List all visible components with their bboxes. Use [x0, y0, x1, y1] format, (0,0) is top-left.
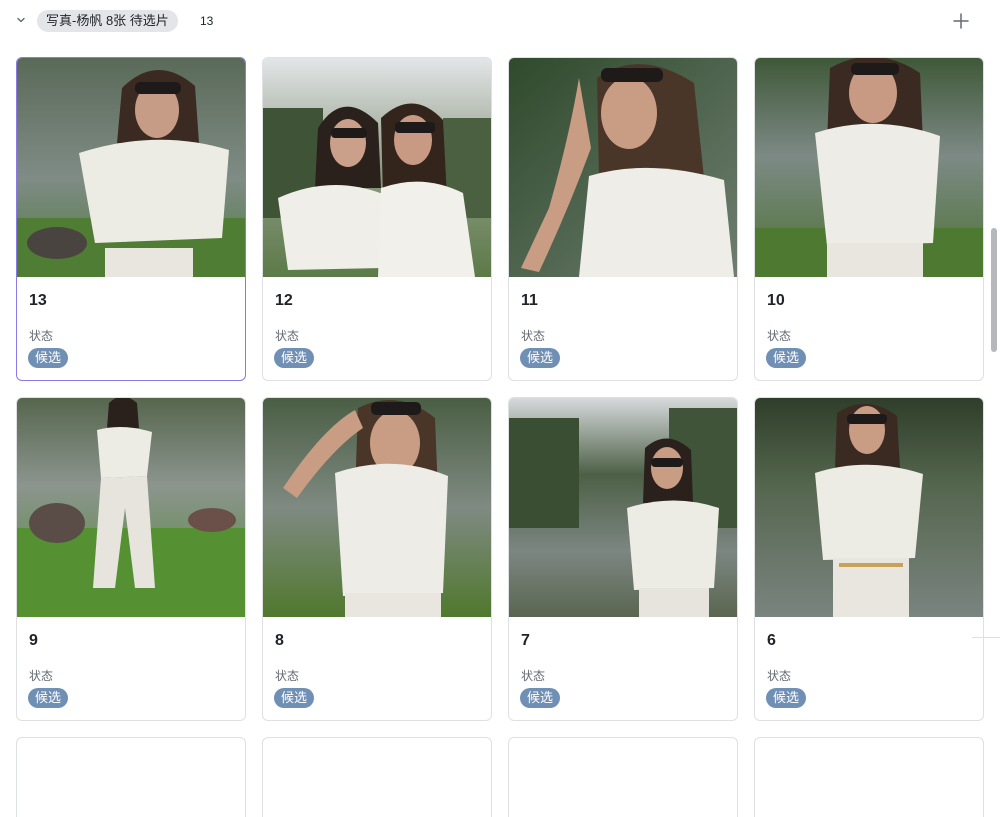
- status-tag: 候选: [28, 688, 69, 708]
- status-tag: 候选: [274, 688, 315, 708]
- status-tag: 候选: [520, 688, 561, 708]
- card-cover-image: [263, 398, 491, 617]
- gallery-card[interactable]: 11 状态 候选: [508, 57, 738, 381]
- status-field-label: 状态: [275, 329, 300, 343]
- status-field-label: 状态: [767, 329, 792, 343]
- status-field-label: 状态: [521, 669, 546, 683]
- status-field-label: 状态: [521, 329, 546, 343]
- status-field-label: 状态: [767, 669, 792, 683]
- status-tag: 候选: [520, 348, 561, 368]
- card-cover-image: [263, 58, 491, 277]
- card-title: 12: [275, 292, 293, 309]
- card-title: 7: [521, 632, 530, 649]
- gallery-card[interactable]: 13 状态 候选: [16, 57, 246, 381]
- divider: [972, 637, 1000, 638]
- card-cover-image: [755, 398, 983, 617]
- gallery-card[interactable]: [754, 737, 984, 817]
- status-field-label: 状态: [29, 329, 54, 343]
- card-title: 11: [521, 292, 538, 309]
- card-title: 9: [29, 632, 38, 649]
- gallery-card[interactable]: 12 状态 候选: [262, 57, 492, 381]
- card-title: 8: [275, 632, 284, 649]
- gallery-card[interactable]: [16, 737, 246, 817]
- vertical-scrollbar[interactable]: [991, 228, 997, 352]
- card-title: 6: [767, 632, 776, 649]
- status-tag: 候选: [274, 348, 315, 368]
- gallery-card[interactable]: 7 状态 候选: [508, 397, 738, 721]
- gallery-card[interactable]: [508, 737, 738, 817]
- status-tag: 候选: [766, 348, 807, 368]
- add-record-button[interactable]: [952, 12, 970, 30]
- status-tag: 候选: [766, 688, 807, 708]
- gallery-card[interactable]: 10 状态 候选: [754, 57, 984, 381]
- card-cover-image: [509, 58, 737, 277]
- gallery-card[interactable]: 9 状态 候选: [16, 397, 246, 721]
- status-field-label: 状态: [29, 669, 54, 683]
- group-name-tag[interactable]: 写真-杨帆 8张 待选片: [37, 10, 178, 32]
- gallery-card[interactable]: 8 状态 候选: [262, 397, 492, 721]
- gallery-card[interactable]: 6 状态 候选: [754, 397, 984, 721]
- card-cover-image: [17, 398, 245, 617]
- collapse-chevron-icon[interactable]: [15, 13, 27, 27]
- card-cover-image: [17, 58, 245, 277]
- group-header: 写真-杨帆 8张 待选片 13: [0, 0, 1000, 42]
- card-cover-image: [755, 58, 983, 277]
- group-record-count: 13: [200, 14, 214, 28]
- status-tag: 候选: [28, 348, 69, 368]
- status-field-label: 状态: [275, 669, 300, 683]
- card-title: 13: [29, 292, 47, 309]
- gallery-card[interactable]: [262, 737, 492, 817]
- plus-icon: [953, 13, 969, 29]
- card-title: 10: [767, 292, 785, 309]
- card-cover-image: [509, 398, 737, 617]
